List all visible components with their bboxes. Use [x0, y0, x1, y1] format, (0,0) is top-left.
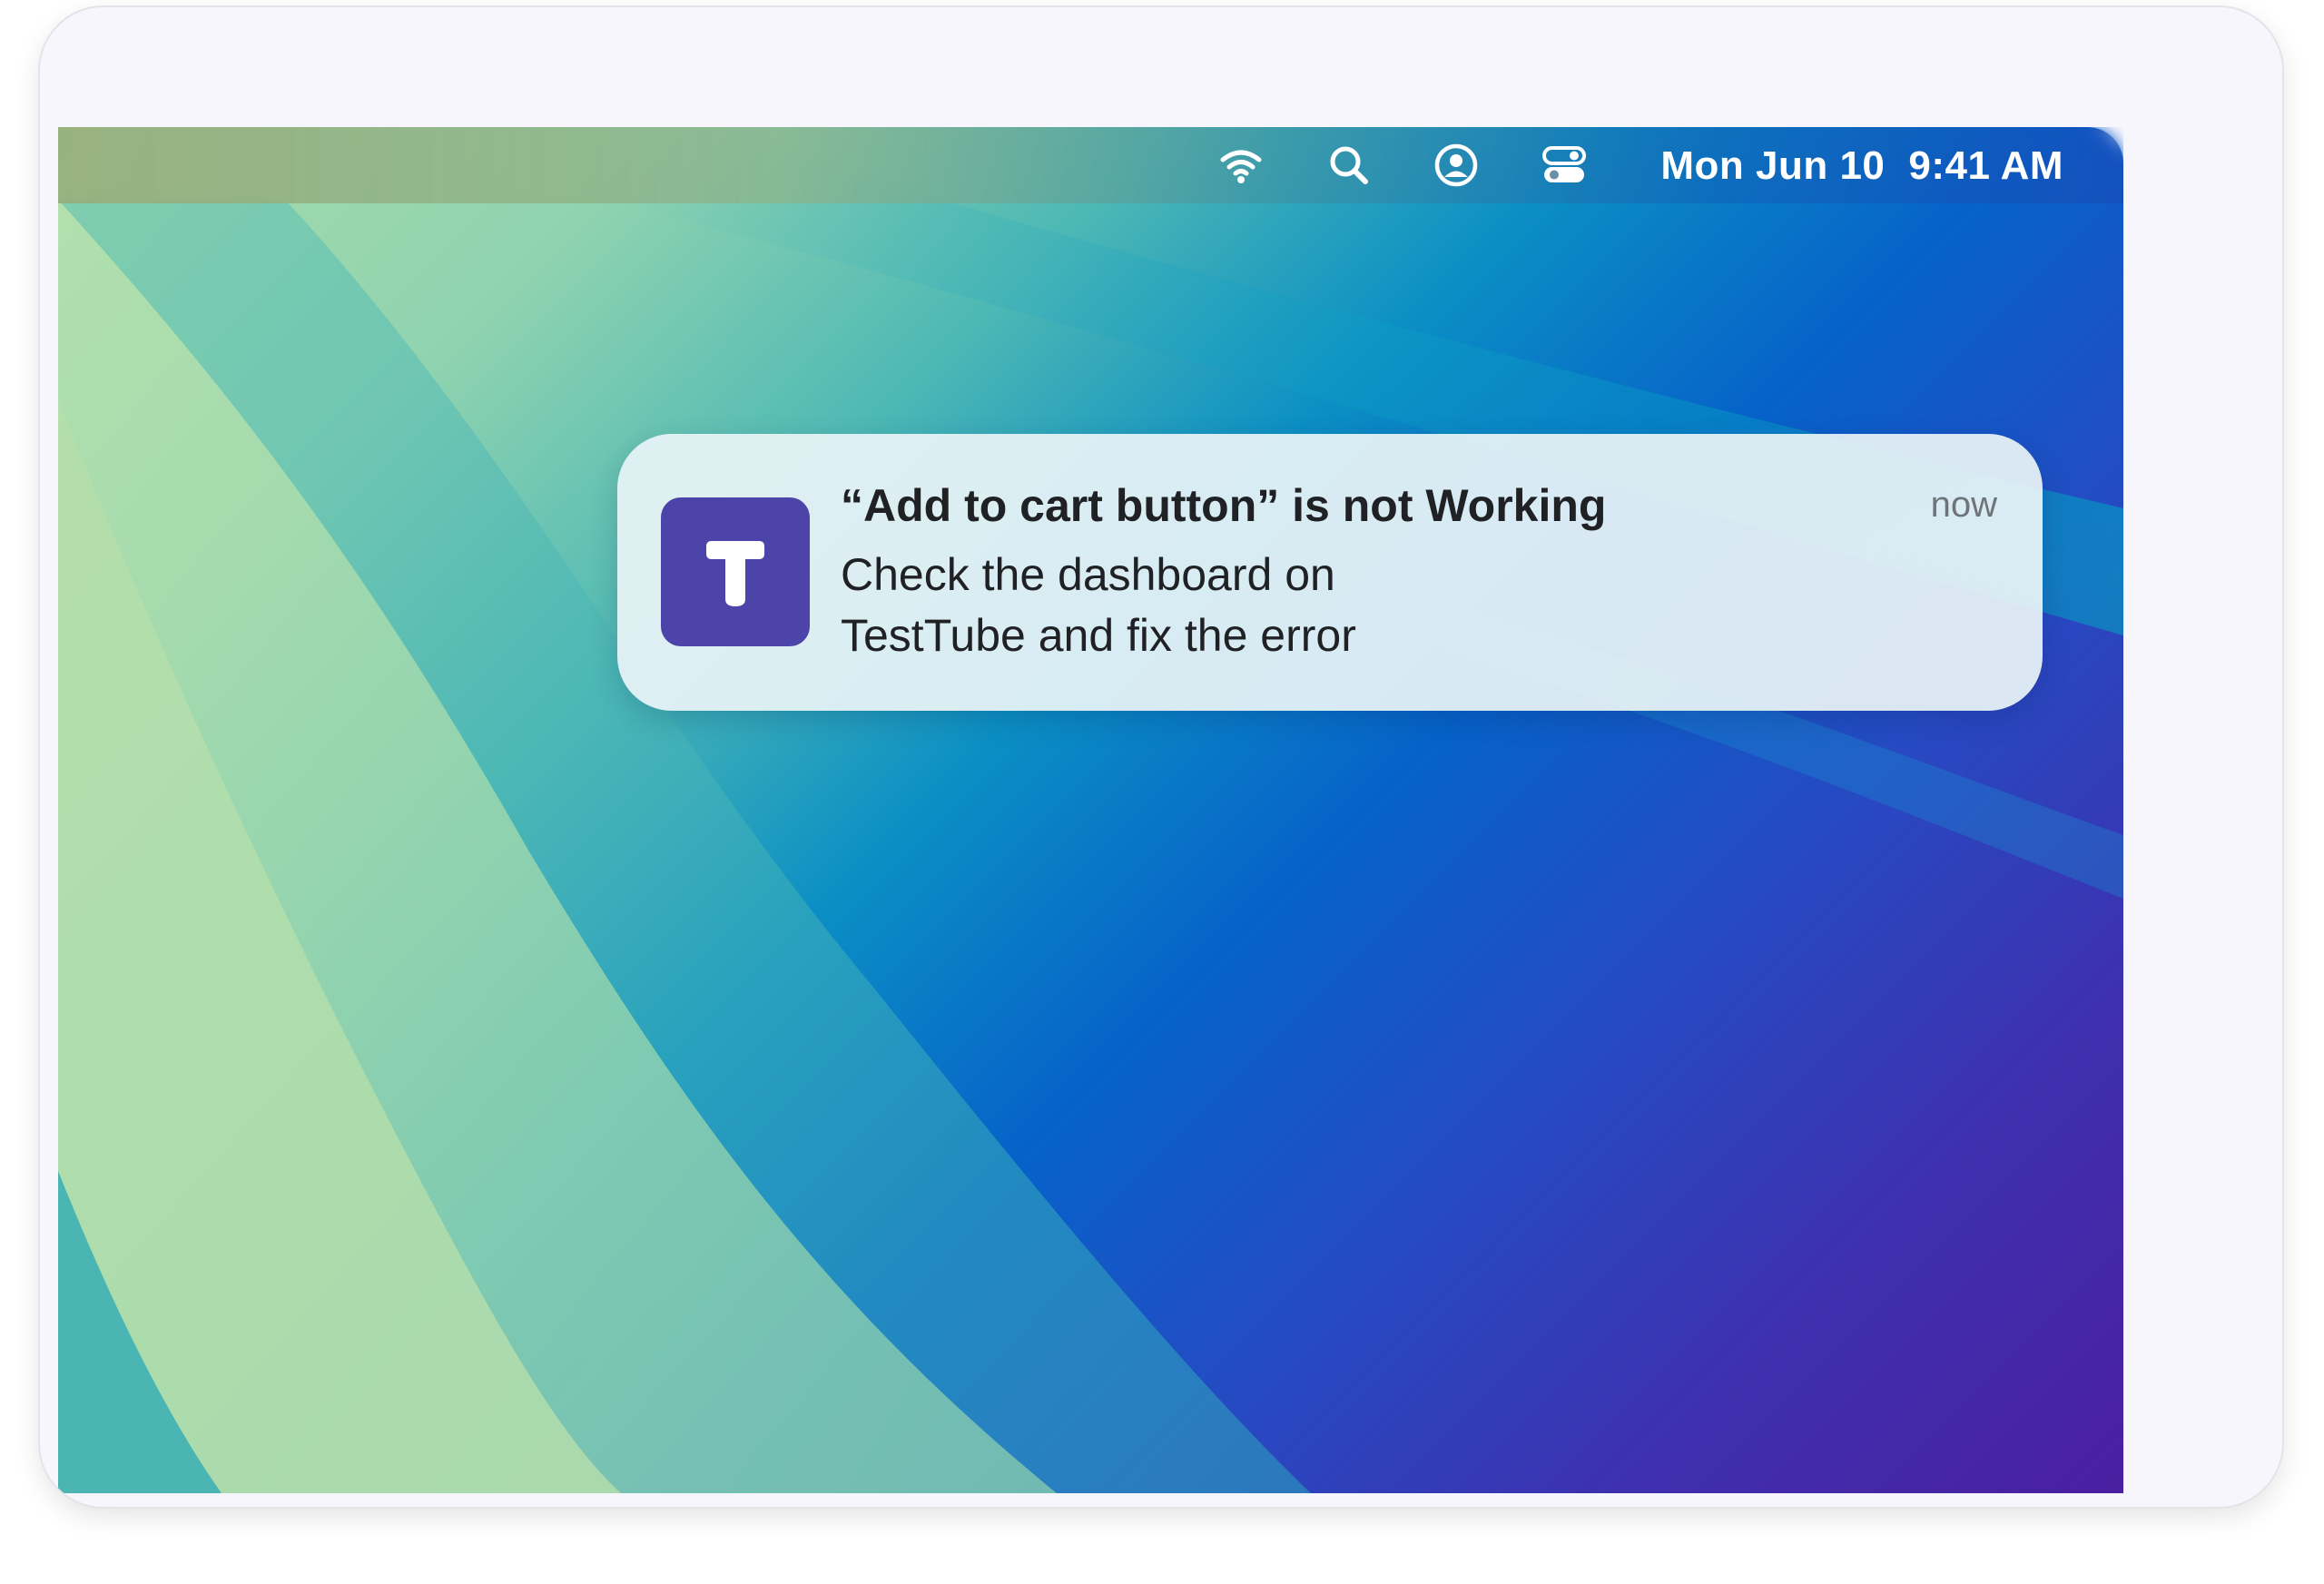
desktop-screen: Mon Jun 10 9:41 AM “Add to cart button” … [58, 127, 2123, 1493]
notification-body: Check the dashboard on TestTube and fix … [841, 545, 1658, 666]
clock-time: 9:41 AM [1908, 143, 2063, 188]
menu-bar-clock[interactable]: Mon Jun 10 9:41 AM [1660, 143, 2063, 189]
search-icon[interactable] [1325, 142, 1373, 189]
notification-banner[interactable]: “Add to cart button” is not Working Chec… [617, 434, 2043, 711]
wifi-icon[interactable] [1217, 142, 1265, 189]
notification-timestamp: now [1930, 485, 1997, 525]
control-center-icon[interactable] [1541, 142, 1588, 189]
notification-title: “Add to cart button” is not Working [841, 480, 1607, 531]
device-frame: Mon Jun 10 9:41 AM “Add to cart button” … [38, 5, 2284, 1509]
menu-bar: Mon Jun 10 9:41 AM [58, 127, 2123, 203]
notification-body-line: TestTube and fix the error [841, 610, 1356, 661]
letter-t-icon [706, 541, 764, 606]
clock-date: Mon Jun 10 [1660, 143, 1886, 188]
user-account-icon[interactable] [1433, 142, 1480, 189]
notification-body-line: Check the dashboard on [841, 549, 1335, 600]
wallpaper [58, 127, 2123, 1493]
testtube-app-icon [661, 497, 810, 646]
